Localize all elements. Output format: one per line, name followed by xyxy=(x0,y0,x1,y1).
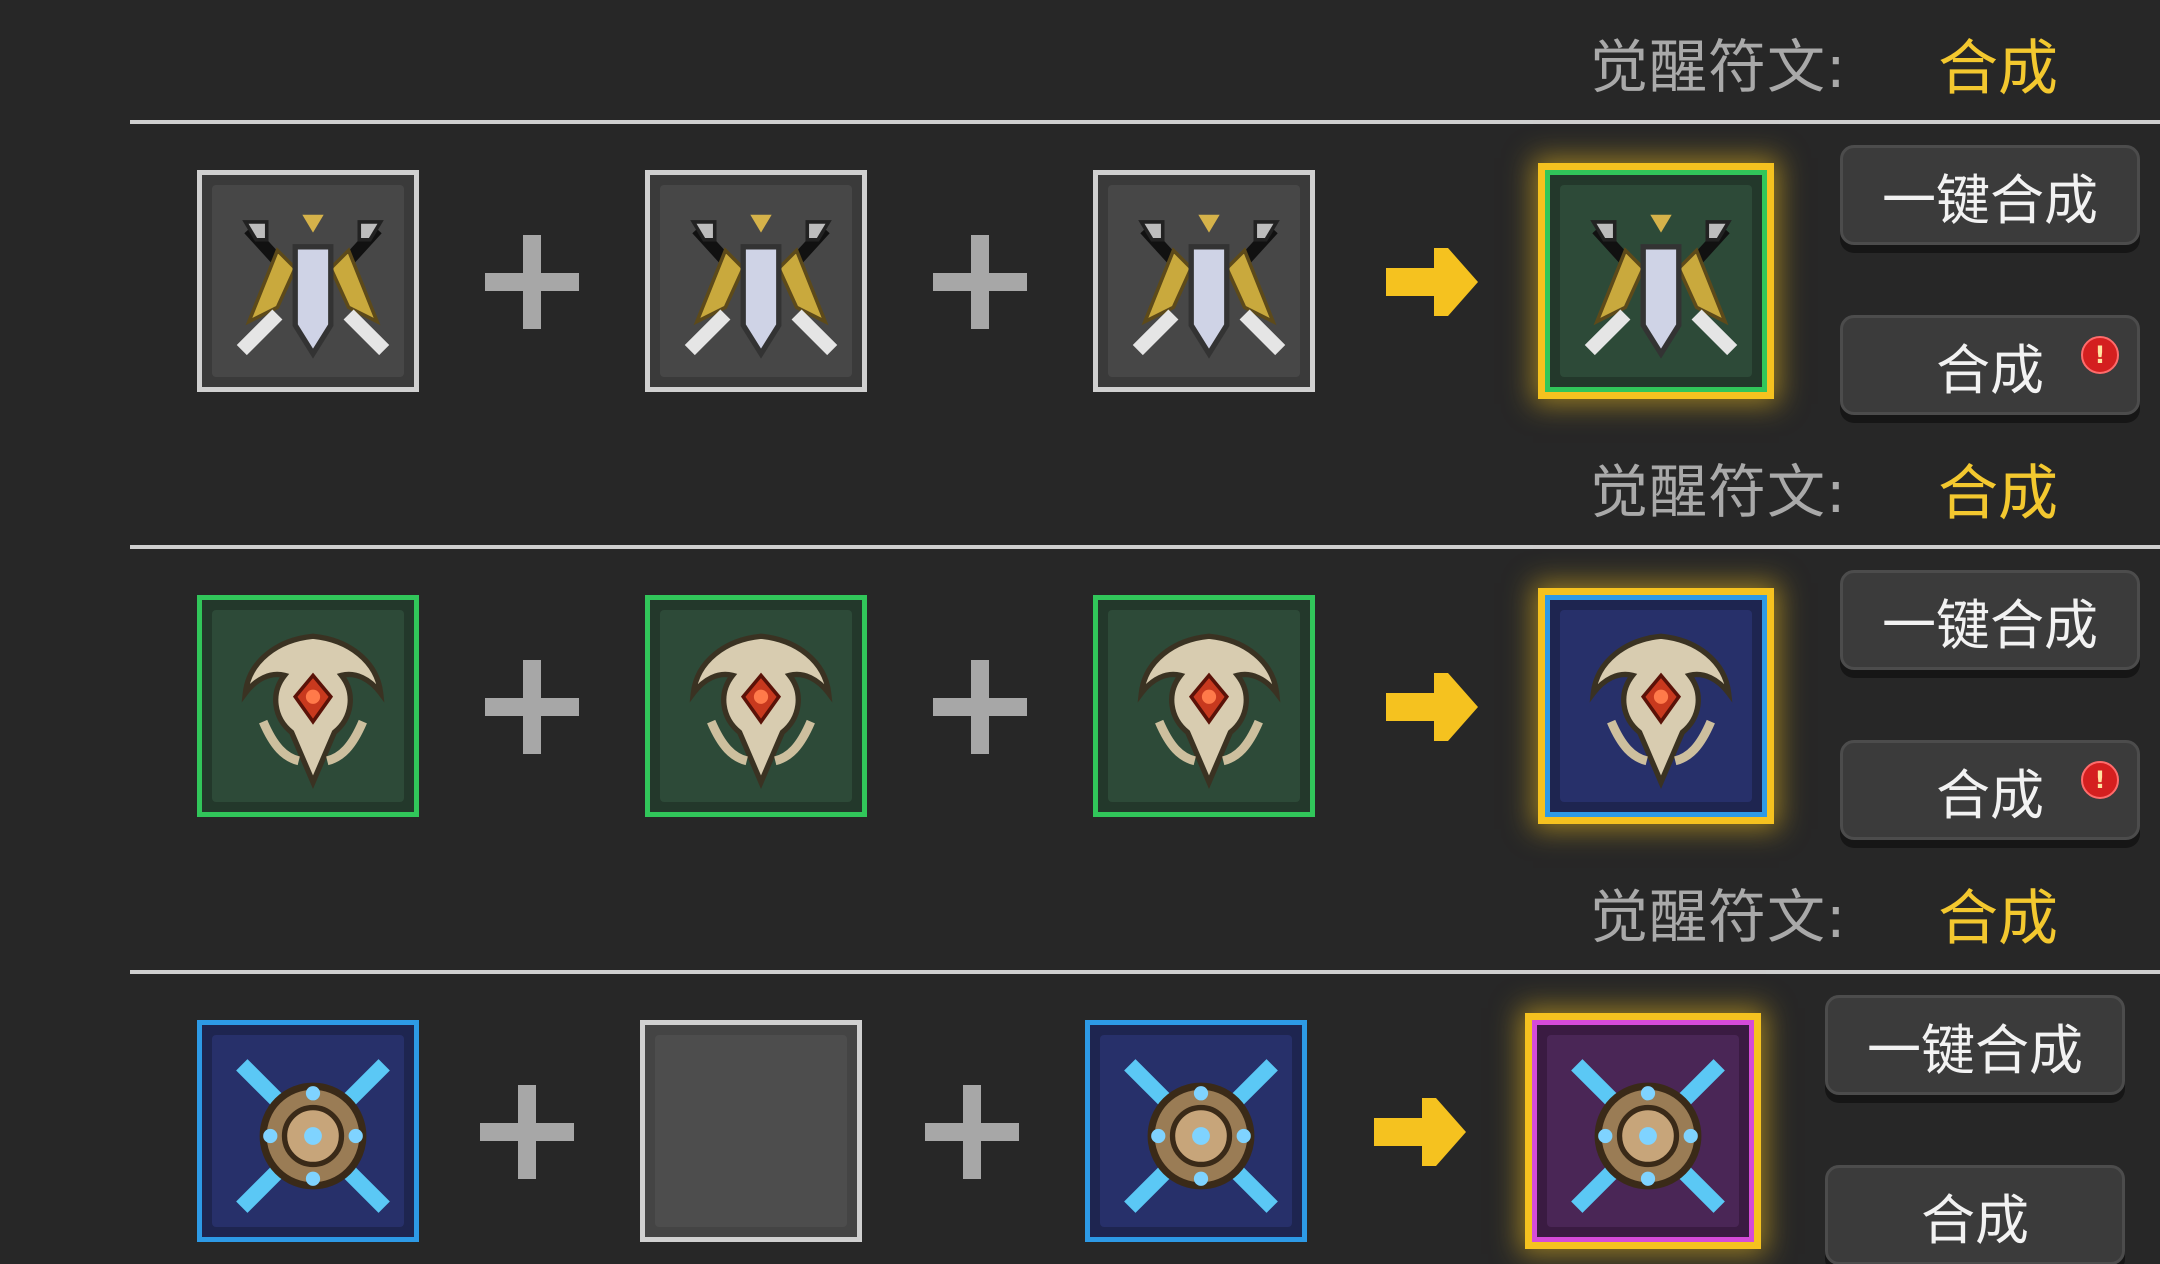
synthesize-button-label: 合成 xyxy=(1936,338,2044,402)
rune-synthesis-panel: 觉醒符文: 合成 一键合成 合成 ! 觉醒符文: 合成 一键合成 合成 ! 觉醒… xyxy=(0,0,2160,1264)
synthesize-button[interactable]: 合成 ! xyxy=(1840,740,2140,840)
plus-icon xyxy=(485,660,579,754)
synthesize-button-label: 合成 xyxy=(1921,1188,2029,1252)
alert-badge-icon: ! xyxy=(2081,336,2119,374)
synthesize-button-label: 合成 xyxy=(1936,763,2044,827)
row-divider xyxy=(130,970,2160,974)
synthesis-tab-link[interactable]: 合成 xyxy=(1938,445,2058,532)
row-divider xyxy=(130,120,2160,124)
shield-rune-icon xyxy=(684,214,838,359)
synthesize-button[interactable]: 合成 xyxy=(1825,1165,2125,1264)
orb-rune-icon xyxy=(1571,1059,1725,1213)
arrow-right-icon xyxy=(1386,248,1478,316)
synthesis-row-3: 觉醒符文: 合成 一键合成 合成 xyxy=(0,850,2160,1264)
input-slot-1[interactable] xyxy=(197,170,419,392)
synthesis-row-1: 觉醒符文: 合成 一键合成 合成 ! xyxy=(0,0,2160,425)
shield-rune-icon xyxy=(236,214,390,359)
output-slot[interactable] xyxy=(1545,595,1767,817)
input-slot-2[interactable] xyxy=(645,595,867,817)
input-slot-1[interactable] xyxy=(197,595,419,817)
row-divider xyxy=(130,545,2160,549)
one-click-synthesize-button[interactable]: 一键合成 xyxy=(1840,145,2140,245)
plus-icon xyxy=(933,660,1027,754)
synthesis-tab-link[interactable]: 合成 xyxy=(1938,20,2058,107)
arrow-right-icon xyxy=(1386,673,1478,741)
plus-icon xyxy=(485,235,579,329)
plus-icon xyxy=(933,235,1027,329)
input-slot-3[interactable] xyxy=(1093,170,1315,392)
crest-rune-icon xyxy=(1589,633,1733,789)
plus-icon xyxy=(925,1085,1019,1179)
crest-rune-icon xyxy=(241,633,385,789)
alert-badge-icon: ! xyxy=(2081,761,2119,799)
input-slot-2[interactable] xyxy=(645,170,867,392)
orb-rune-icon xyxy=(1124,1059,1278,1213)
awaken-rune-label: 觉醒符文: xyxy=(1590,33,1847,101)
shield-rune-icon xyxy=(1584,214,1738,359)
input-slot-1[interactable] xyxy=(197,1020,419,1242)
shield-rune-icon xyxy=(1132,214,1286,359)
input-slot-3[interactable] xyxy=(1085,1020,1307,1242)
synthesis-tab-link[interactable]: 合成 xyxy=(1938,870,2058,957)
output-slot[interactable] xyxy=(1545,170,1767,392)
crest-rune-icon xyxy=(689,633,833,789)
input-slot-3[interactable] xyxy=(1093,595,1315,817)
plus-icon xyxy=(480,1085,574,1179)
awaken-rune-label: 觉醒符文: xyxy=(1590,458,1847,526)
crest-rune-icon xyxy=(1137,633,1281,789)
arrow-right-icon xyxy=(1374,1098,1466,1166)
one-click-synthesize-button[interactable]: 一键合成 xyxy=(1825,995,2125,1095)
orb-rune-icon xyxy=(236,1059,390,1213)
one-click-synthesize-button[interactable]: 一键合成 xyxy=(1840,570,2140,670)
synthesize-button[interactable]: 合成 ! xyxy=(1840,315,2140,415)
synthesis-row-2: 觉醒符文: 合成 一键合成 合成 ! xyxy=(0,425,2160,850)
output-slot[interactable] xyxy=(1532,1020,1754,1242)
empty-input-slot[interactable] xyxy=(640,1020,862,1242)
awaken-rune-label: 觉醒符文: xyxy=(1590,883,1847,951)
